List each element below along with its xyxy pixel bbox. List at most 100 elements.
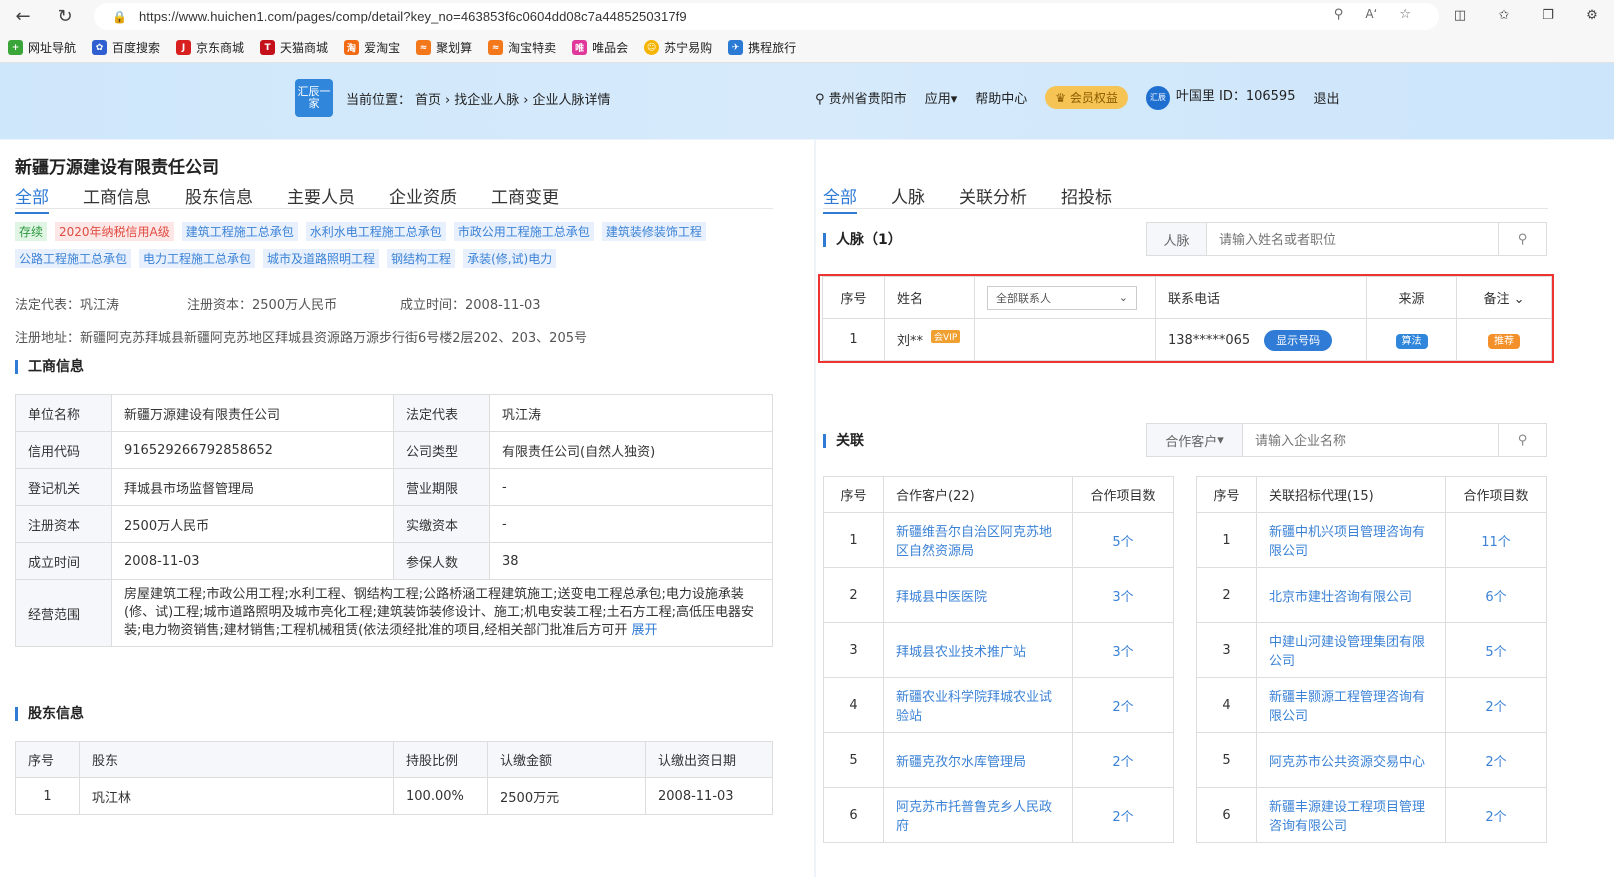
bookmark-item[interactable]: + 网址导航 — [8, 39, 76, 56]
agent-link[interactable]: 北京市建壮咨询有限公司 — [1256, 567, 1446, 623]
zoom-icon[interactable]: ⚲ — [1334, 7, 1344, 22]
qualification-tag[interactable]: 市政公用工程施工总承包 — [453, 222, 594, 241]
bookmark-item[interactable]: 淘爱淘宝 — [344, 39, 400, 56]
table-cell: 登记机关 — [15, 468, 112, 506]
user-info[interactable]: 汇辰 叶国里 ID：106595 — [1145, 85, 1295, 110]
table-cell: 公司类型 — [393, 431, 490, 469]
refresh-icon[interactable]: ↻ — [54, 6, 76, 28]
section-title-biz: 工商信息 — [15, 360, 84, 374]
client-link[interactable]: 阿克苏市托普鲁克乡人民政府 — [883, 787, 1073, 843]
tab-all[interactable]: 全部 — [15, 183, 49, 214]
extension-icon[interactable]: ⚙ — [1582, 5, 1602, 25]
bookmark-item[interactable]: ≈ 淘宝特卖 — [488, 39, 556, 56]
search-icon[interactable]: ⚲ — [1498, 424, 1546, 456]
project-count-link[interactable]: 11个 — [1445, 512, 1547, 568]
project-count-link[interactable]: 5个 — [1072, 512, 1174, 568]
qualification-tag[interactable]: 建筑工程施工总承包 — [181, 222, 298, 241]
tab-key-people[interactable]: 主要人员 — [287, 183, 355, 214]
relations-search: 合作客户▾ ⚲ — [1146, 423, 1547, 457]
registered-capital: 注册资本：2500万人民币 — [187, 298, 338, 313]
breadcrumb-home[interactable]: 首页 — [415, 93, 441, 108]
table-row: 5 阿克苏市公共资源交易中心 2个 — [1196, 732, 1547, 788]
tab-bidding[interactable]: 招投标 — [1061, 183, 1112, 214]
bookmark-item[interactable]: T 天猫商城 — [260, 39, 328, 56]
tab-contacts[interactable]: 人脉 — [891, 183, 925, 214]
section-title-contacts: 人脉（1） — [823, 233, 902, 247]
client-link[interactable]: 新疆克孜尔水库管理局 — [883, 732, 1073, 788]
chevron-right-icon: › — [445, 93, 451, 108]
project-count-link[interactable]: 5个 — [1445, 622, 1547, 678]
bookmark-item[interactable]: J 京东商城 — [176, 39, 244, 56]
bookmark-item[interactable]: ✿ 百度搜索 — [92, 39, 160, 56]
client-link[interactable]: 新疆维吾尔自治区阿克苏地区自然资源局 — [883, 512, 1073, 568]
clients-table: 序号 合作客户(22) 合作项目数 1 新疆维吾尔自治区阿克苏地区自然资源局 5个 … — [823, 476, 1174, 843]
founded-date: 成立时间：2008-11-03 — [400, 298, 541, 313]
site-logo[interactable]: 汇辰一家 — [295, 79, 333, 117]
agent-link[interactable]: 新疆丰源建设工程项目管理咨询有限公司 — [1256, 787, 1446, 843]
split-screen-icon[interactable]: ◫ — [1450, 5, 1470, 25]
read-aloud-icon[interactable]: A‘ — [1365, 7, 1377, 22]
qualification-tag[interactable]: 电力工程施工总承包 — [139, 249, 256, 268]
favorite-star-icon[interactable]: ☆ — [1399, 7, 1411, 22]
breadcrumb-find[interactable]: 找企业人脉 — [454, 93, 519, 108]
tab-divider — [15, 208, 773, 209]
table-row: 6 新疆丰源建设工程项目管理咨询有限公司 2个 — [1196, 787, 1547, 843]
contacts-search-input[interactable] — [1207, 223, 1498, 255]
qualification-tag[interactable]: 承装(修,试)电力 — [463, 249, 557, 268]
table-cell: 2500万人民币 — [111, 505, 394, 543]
client-link[interactable]: 拜城县农业技术推广站 — [883, 622, 1073, 678]
location-selector[interactable]: ⚲ 贵州省贵阳市 — [815, 88, 907, 107]
tab-qualifications[interactable]: 企业资质 — [389, 183, 457, 214]
back-arrow-icon[interactable]: ← — [12, 6, 34, 28]
caret-down-icon: ▾ — [950, 91, 958, 107]
project-count-link[interactable]: 2个 — [1445, 732, 1547, 788]
url-text: https://www.huichen1.com/pages/comp/deta… — [138, 9, 687, 24]
qualification-tag[interactable]: 水利水电工程施工总承包 — [305, 222, 446, 241]
project-count-link[interactable]: 6个 — [1445, 567, 1547, 623]
agent-link[interactable]: 阿克苏市公共资源交易中心 — [1256, 732, 1446, 788]
search-icon[interactable]: ⚲ — [1498, 223, 1546, 255]
relations-search-input[interactable] — [1243, 424, 1498, 456]
bookmark-item[interactable]: 唯唯品会 — [572, 39, 628, 56]
project-count-link[interactable]: 2个 — [1445, 677, 1547, 733]
qualification-tag[interactable]: 公路工程施工总承包 — [15, 249, 132, 268]
taobao-sale-icon: ≈ — [488, 40, 504, 55]
agent-link[interactable]: 新疆丰颢源工程管理咨询有限公司 — [1256, 677, 1446, 733]
bookmark-item[interactable]: ✈ 携程旅行 — [728, 39, 796, 56]
tab-changes[interactable]: 工商变更 — [491, 183, 559, 214]
agent-link[interactable]: 中建山河建设管理集团有限公司 — [1256, 622, 1446, 678]
project-count-link[interactable]: 2个 — [1445, 787, 1547, 843]
favorites-icon[interactable]: ✩ — [1494, 5, 1514, 25]
table-row: 经营范围 房屋建筑工程;市政公用工程;水利工程、钢结构工程;公路桥涵工程建筑施工… — [15, 579, 773, 647]
section-title-relations: 关联 — [823, 434, 864, 448]
client-link[interactable]: 新疆农业科学院拜城农业试验站 — [883, 677, 1073, 733]
project-count-link[interactable]: 3个 — [1072, 622, 1174, 678]
table-row: 2 拜城县中医医院 3个 — [823, 567, 1174, 623]
qualification-tag[interactable]: 建筑装修装饰工程 — [601, 222, 706, 241]
taobao-icon: 淘 — [344, 40, 360, 55]
client-link[interactable]: 拜城县中医医院 — [883, 567, 1073, 623]
qualification-tag[interactable]: 城市及道路照明工程 — [263, 249, 380, 268]
help-center-link[interactable]: 帮助中心 — [975, 88, 1027, 107]
project-count-link[interactable]: 3个 — [1072, 567, 1174, 623]
tab-shareholders[interactable]: 股东信息 — [185, 183, 253, 214]
member-benefits-button[interactable]: ♛ 会员权益 — [1045, 85, 1128, 109]
tab-all-network[interactable]: 全部 — [823, 183, 857, 214]
expand-link[interactable]: 展开 — [632, 623, 658, 638]
relations-filter-select[interactable]: 合作客户 ▾ — [1147, 424, 1243, 456]
project-count-link[interactable]: 2个 — [1072, 732, 1174, 788]
qualification-tag[interactable]: 钢结构工程 — [387, 249, 456, 268]
project-count-link[interactable]: 2个 — [1072, 677, 1174, 733]
apps-menu[interactable]: 应用▾ — [925, 88, 958, 107]
logout-link[interactable]: 退出 — [1313, 88, 1339, 107]
tab-business-info[interactable]: 工商信息 — [83, 183, 151, 214]
agent-link[interactable]: 新疆中机兴项目管理咨询有限公司 — [1256, 512, 1446, 568]
project-count-link[interactable]: 2个 — [1072, 787, 1174, 843]
address-bar[interactable]: 🔒 https://www.huichen1.com/pages/comp/de… — [94, 3, 1439, 30]
bookmark-item[interactable]: ≈ 聚划算 — [416, 39, 472, 56]
collections-icon[interactable]: ❐ — [1538, 5, 1558, 25]
table-row: 1 新疆中机兴项目管理咨询有限公司 11个 — [1196, 512, 1547, 568]
table-cell: 巩江涛 — [489, 394, 773, 432]
tab-relations[interactable]: 关联分析 — [959, 183, 1027, 214]
bookmark-item[interactable]: ☺ 苏宁易购 — [644, 39, 712, 56]
